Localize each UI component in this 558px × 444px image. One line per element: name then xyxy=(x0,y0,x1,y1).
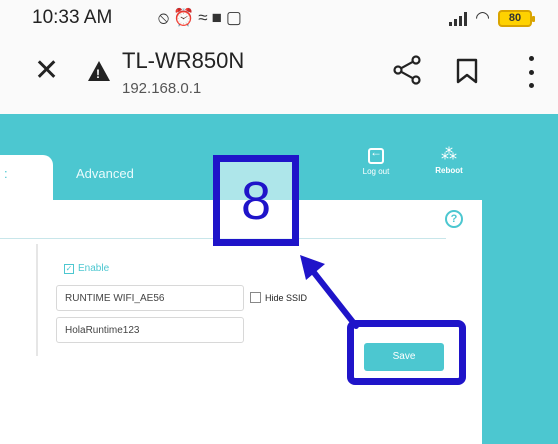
annotation-arrow xyxy=(300,255,359,329)
